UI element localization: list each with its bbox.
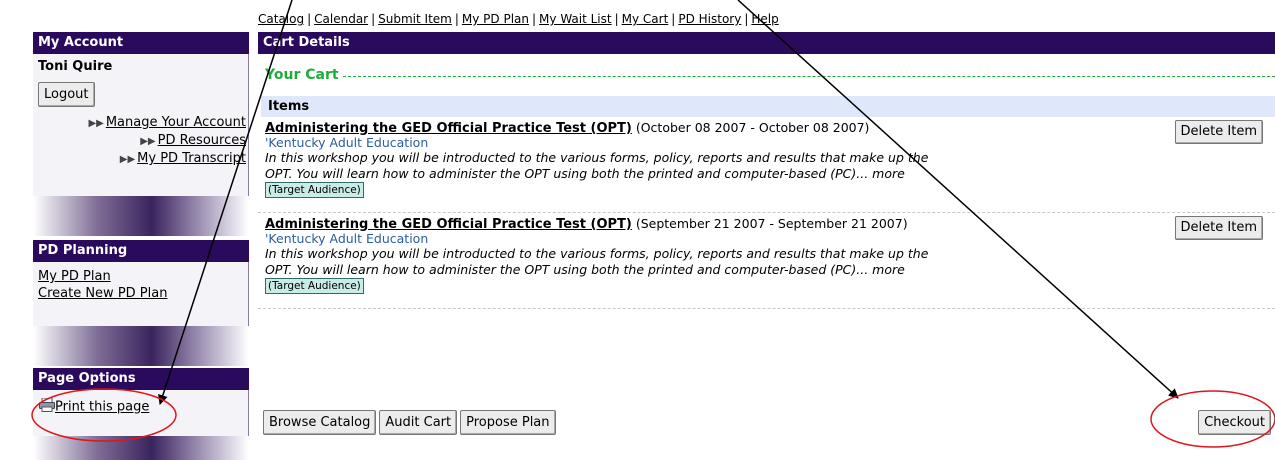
item-title-link[interactable]: Administering the GED Official Practice … — [265, 217, 632, 232]
pd-transcript-link[interactable]: My PD Transcript — [137, 151, 246, 166]
account-link-item: ▶▶ PD Resources — [33, 133, 246, 148]
item-description: In this workshop you will be introducted… — [265, 150, 929, 181]
item-title-link[interactable]: Administering the GED Official Practice … — [265, 121, 632, 136]
arrow-bullet-icon: ▶▶ — [140, 136, 156, 147]
nav-separator: | — [371, 12, 376, 26]
nav-link-pd-history[interactable]: PD History — [678, 12, 741, 26]
arrow-bullet-icon: ▶▶ — [88, 118, 104, 129]
nav-link-submit-item[interactable]: Submit Item — [378, 12, 452, 26]
options-panel: Print this page — [33, 390, 249, 436]
item-divider — [258, 308, 1275, 309]
delete-item-button[interactable]: Delete Item — [1174, 216, 1263, 240]
sidebar-header-pd-planning: PD Planning — [33, 240, 249, 262]
item-description: In this workshop you will be introducted… — [265, 246, 929, 277]
target-audience-badge[interactable]: (Target Audience) — [265, 278, 364, 294]
user-name: Toni Quire — [38, 59, 113, 74]
sidebar-divider — [33, 326, 249, 366]
my-pd-plan-link[interactable]: My PD Plan — [38, 268, 248, 285]
printer-icon[interactable] — [39, 397, 55, 416]
item-organization: 'Kentucky Adult Education — [265, 135, 429, 150]
sidebar-header-my-account: My Account — [33, 32, 249, 54]
items-header: Items — [261, 96, 1275, 117]
nav-separator: | — [671, 12, 676, 26]
nav-separator: | — [307, 12, 312, 26]
your-cart-title: Your Cart — [265, 67, 339, 83]
checkout-area: Checkout — [1198, 410, 1271, 435]
pd-resources-link[interactable]: PD Resources — [158, 133, 246, 148]
checkout-button[interactable]: Checkout — [1198, 410, 1271, 435]
logout-button[interactable]: Logout — [38, 82, 95, 107]
propose-plan-button[interactable]: Propose Plan — [460, 410, 556, 435]
cart-action-buttons: Browse Catalog Audit Cart Propose Plan — [263, 410, 556, 435]
sidebar-divider — [33, 196, 249, 236]
account-link-item: ▶▶ Manage Your Account — [33, 115, 246, 130]
print-page-row: Print this page — [33, 390, 248, 426]
account-panel: Toni Quire Logout ▶▶ Manage Your Account … — [33, 54, 249, 196]
nav-link-calendar[interactable]: Calendar — [314, 12, 368, 26]
nav-link-my-cart[interactable]: My Cart — [622, 12, 669, 26]
target-audience-badge[interactable]: (Target Audience) — [265, 182, 364, 198]
arrow-bullet-icon: ▶▶ — [119, 154, 136, 165]
sidebar-header-page-options: Page Options — [33, 368, 249, 390]
planning-panel: My PD Plan Create New PD Plan — [33, 262, 249, 326]
nav-separator: | — [614, 12, 619, 26]
cart-details-section: Cart Details Your Cart Items Administeri… — [258, 32, 1275, 435]
nav-separator: | — [744, 12, 749, 26]
account-link-item: ▶▶ My PD Transcript — [33, 151, 246, 166]
browse-catalog-button[interactable]: Browse Catalog — [263, 410, 377, 435]
cart-details-header: Cart Details — [258, 32, 1275, 54]
nav-link-help[interactable]: Help — [751, 12, 778, 26]
delete-item-button[interactable]: Delete Item — [1174, 120, 1263, 144]
sidebar-my-account: My Account Toni Quire Logout ▶▶ Manage Yo… — [33, 32, 249, 236]
nav-link-my-pd-plan[interactable]: My PD Plan — [462, 12, 529, 26]
sidebar-page-options: Page Options Print this page — [33, 368, 249, 460]
heading-dashed-rule — [342, 75, 1275, 77]
cart-item: Administering the GED Official Practice … — [258, 117, 1268, 198]
account-links: ▶▶ Manage Your Account ▶▶ PD Resources ▶▶ M… — [33, 107, 248, 179]
create-pd-plan-link[interactable]: Create New PD Plan — [38, 285, 248, 302]
top-navigation: Catalog | Calendar | Submit Item | My PD Plan |… — [258, 12, 779, 26]
item-dates: (October 08 2007 - October 08 2007) — [635, 120, 870, 135]
nav-separator: | — [454, 12, 459, 26]
nav-separator: | — [532, 12, 537, 26]
print-page-link[interactable]: Print this page — [55, 400, 149, 415]
nav-link-catalog[interactable]: Catalog — [258, 12, 304, 26]
your-cart-heading: Your Cart — [265, 67, 1275, 83]
sidebar-pd-planning: PD Planning My PD Plan Create New PD Pla… — [33, 240, 249, 366]
manage-account-link[interactable]: Manage Your Account — [106, 115, 246, 130]
cart-item: Administering the GED Official Practice … — [258, 213, 1268, 294]
item-organization: 'Kentucky Adult Education — [265, 231, 429, 246]
nav-link-my-wait-list[interactable]: My Wait List — [539, 12, 612, 26]
audit-cart-button[interactable]: Audit Cart — [379, 410, 458, 435]
planning-links: My PD Plan Create New PD Plan — [33, 262, 248, 306]
item-dates: (September 21 2007 - September 21 2007) — [635, 216, 908, 231]
sidebar-divider — [33, 436, 249, 460]
